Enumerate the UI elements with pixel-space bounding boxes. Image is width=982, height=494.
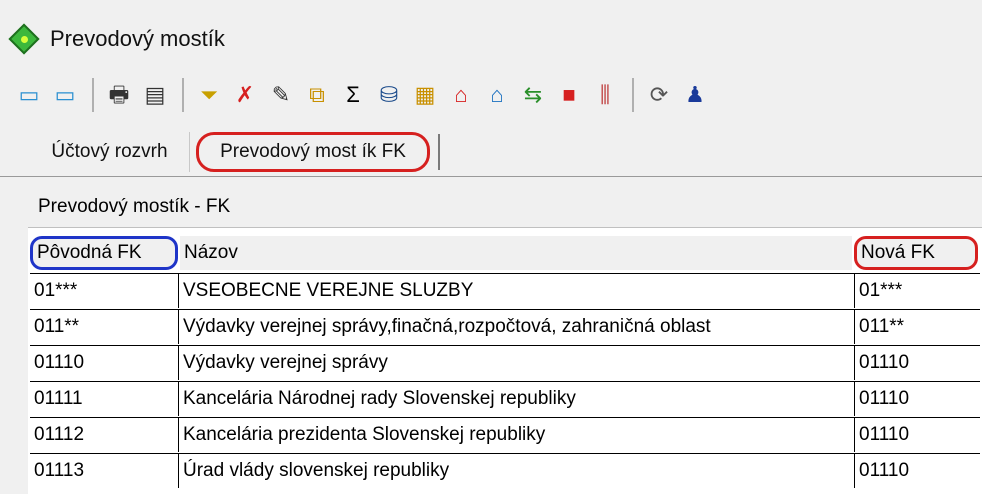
pencil-icon[interactable]: ✎	[266, 80, 296, 110]
tab-uctovy-rozvrh[interactable]: Účtový rozvrh	[30, 132, 190, 172]
blocks-icon[interactable]: ■	[554, 80, 584, 110]
filter-clear-icon[interactable]: ✗	[230, 80, 260, 110]
title-bar: Prevodový mostík	[0, 14, 982, 64]
toolbar-separator	[92, 78, 94, 112]
cell-nazov[interactable]: Výdavky verejnej správy	[178, 346, 854, 380]
table-row[interactable]: 01113 Úrad vlády slovenskej republiky 0111…	[30, 453, 980, 488]
cell-povodna-fk[interactable]: 01112	[30, 418, 178, 452]
cell-povodna-fk[interactable]: 01113	[30, 454, 178, 488]
panel-title: Prevodový mostík - FK	[28, 186, 982, 228]
tab-prevodovy-mostik-fk[interactable]: Prevodový most ík FK	[196, 132, 430, 172]
cell-nova-fk[interactable]: 01***	[854, 274, 974, 308]
cell-nova-fk[interactable]: 01110	[854, 346, 974, 380]
sum-icon[interactable]: Σ	[338, 80, 368, 110]
transfer-icon[interactable]: ⇆	[518, 80, 548, 110]
user-icon[interactable]: ♟	[680, 80, 710, 110]
column-header-nazov[interactable]: Názov	[180, 236, 852, 270]
cell-nova-fk[interactable]: 01110	[854, 418, 974, 452]
column-header-povodna-fk[interactable]: Pôvodná FK	[30, 236, 178, 270]
window-restore-icon[interactable]: ▭	[50, 80, 80, 110]
table-row[interactable]: 01111 Kancelária Národnej rady Slovenskej…	[30, 381, 980, 416]
cell-povodna-fk[interactable]: 011**	[30, 310, 178, 344]
toolbar-separator	[632, 78, 634, 112]
table-row[interactable]: 01112 Kancelária prezidenta Slovenskej re…	[30, 417, 980, 452]
green-diamond-icon	[8, 23, 40, 55]
app-window: Prevodový mostík ▭ ▭ 🖶 ▤ ⏷ ✗ ✎ ⧉ Σ ⛁ ▦ ⌂ ⌂ ⇆ ■ ⫼ ⟳ ♟ Účto…	[0, 0, 982, 494]
table-row[interactable]: 01*** VSEOBECNE VEREJNE SLUZBY 01***	[30, 273, 980, 308]
database-icon[interactable]: ⛁	[374, 80, 404, 110]
filter-icon[interactable]: ⏷	[194, 80, 224, 110]
cell-nazov[interactable]: Kancelária Národnej rady Slovenskej repu…	[178, 382, 854, 416]
window-title: Prevodový mostík	[50, 26, 225, 51]
calculator-icon[interactable]: ▦	[410, 80, 440, 110]
cell-povodna-fk[interactable]: 01***	[30, 274, 178, 308]
toolbar-separator	[182, 78, 184, 112]
table-row[interactable]: 011** Výdavky verejnej správy,finačná,roz…	[30, 309, 980, 344]
cell-nazov[interactable]: VSEOBECNE VEREJNE SLUZBY	[178, 274, 854, 308]
table-row[interactable]: 01110 Výdavky verejnej správy 01110	[30, 345, 980, 380]
house-red-icon[interactable]: ⌂	[446, 80, 476, 110]
toolbar: ▭ ▭ 🖶 ▤ ⏷ ✗ ✎ ⧉ Σ ⛁ ▦ ⌂ ⌂ ⇆ ■ ⫼ ⟳ ♟	[0, 68, 982, 122]
cell-nazov[interactable]: Výdavky verejnej správy,finačná,rozpočto…	[178, 310, 854, 344]
cell-povodna-fk[interactable]: 01110	[30, 346, 178, 380]
document-icon[interactable]: ▤	[140, 80, 170, 110]
refresh-icon[interactable]: ⟳	[644, 80, 674, 110]
cell-nazov[interactable]: Kancelária prezidenta Slovenskej republi…	[178, 418, 854, 452]
cell-nova-fk[interactable]: 011**	[854, 310, 974, 344]
window-tile-icon[interactable]: ▭	[14, 80, 44, 110]
cell-povodna-fk[interactable]: 01111	[30, 382, 178, 416]
cell-nova-fk[interactable]: 01110	[854, 382, 974, 416]
chart-icon[interactable]: ⫼	[590, 80, 620, 110]
tab-divider	[438, 134, 440, 170]
copy-icon[interactable]: ⧉	[302, 80, 332, 110]
tab-strip: Účtový rozvrh Prevodový most ík FK	[0, 124, 982, 176]
cell-nova-fk[interactable]: 01110	[854, 454, 974, 488]
printer-icon[interactable]: 🖶	[104, 80, 134, 110]
house-blue-icon[interactable]: ⌂	[482, 80, 512, 110]
column-header-nova-fk[interactable]: Nová FK	[854, 236, 978, 270]
cell-nazov[interactable]: Úrad vlády slovenskej republiky	[178, 454, 854, 488]
